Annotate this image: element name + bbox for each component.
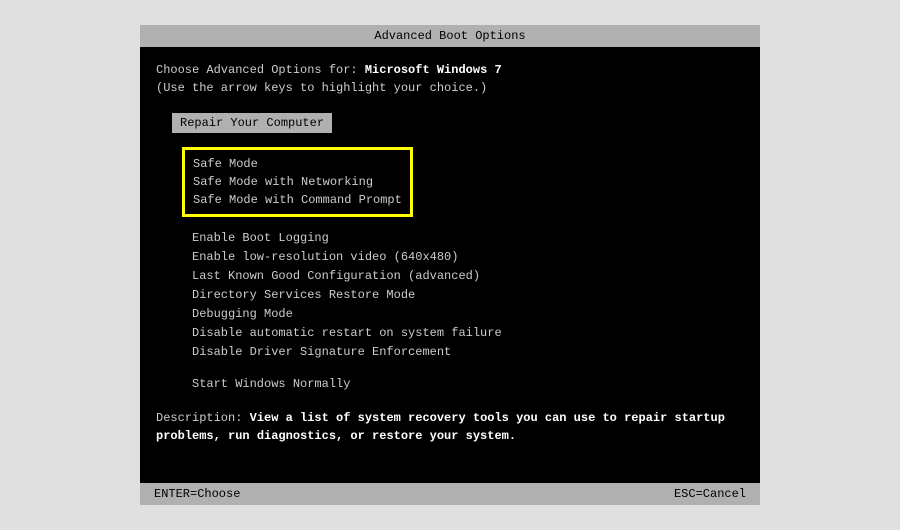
description-label: Description: xyxy=(156,411,250,425)
menu-item-disable-auto-restart[interactable]: Disable automatic restart on system fail… xyxy=(192,324,744,342)
os-name: Microsoft Windows 7 xyxy=(365,63,502,77)
menu-item-safe-mode[interactable]: Safe Mode xyxy=(193,155,402,173)
title-bar: Advanced Boot Options xyxy=(140,25,760,47)
menu-item-last-known-good-config[interactable]: Last Known Good Configuration (advanced) xyxy=(192,267,744,285)
footer-bar: ENTER=Choose ESC=Cancel xyxy=(140,483,760,505)
menu-item-safe-mode-networking[interactable]: Safe Mode with Networking xyxy=(193,173,402,191)
menu-item-directory-services-restore[interactable]: Directory Services Restore Mode xyxy=(192,286,744,304)
hint-line: (Use the arrow keys to highlight your ch… xyxy=(156,79,744,97)
choose-prefix: Choose Advanced Options for: xyxy=(156,63,365,77)
description-block: Description: View a list of system recov… xyxy=(156,409,744,445)
footer-enter-hint: ENTER=Choose xyxy=(154,485,240,503)
menu-item-enable-boot-logging[interactable]: Enable Boot Logging xyxy=(192,229,744,247)
footer-esc-hint: ESC=Cancel xyxy=(674,485,746,503)
boot-screen: Advanced Boot Options Choose Advanced Op… xyxy=(140,25,760,505)
menu-item-disable-driver-signature[interactable]: Disable Driver Signature Enforcement xyxy=(192,343,744,361)
safe-mode-highlight-box: Safe Mode Safe Mode with Networking Safe… xyxy=(182,147,413,217)
menu-item-start-windows-normally[interactable]: Start Windows Normally xyxy=(192,375,744,393)
menu-item-low-resolution-video[interactable]: Enable low-resolution video (640x480) xyxy=(192,248,744,266)
menu-item-repair-your-computer[interactable]: Repair Your Computer xyxy=(172,113,332,133)
menu-item-debugging-mode[interactable]: Debugging Mode xyxy=(192,305,744,323)
options-list: Enable Boot Logging Enable low-resolutio… xyxy=(192,229,744,361)
menu-item-safe-mode-command-prompt[interactable]: Safe Mode with Command Prompt xyxy=(193,191,402,209)
content-area: Choose Advanced Options for: Microsoft W… xyxy=(140,47,760,445)
choose-line: Choose Advanced Options for: Microsoft W… xyxy=(156,61,744,79)
